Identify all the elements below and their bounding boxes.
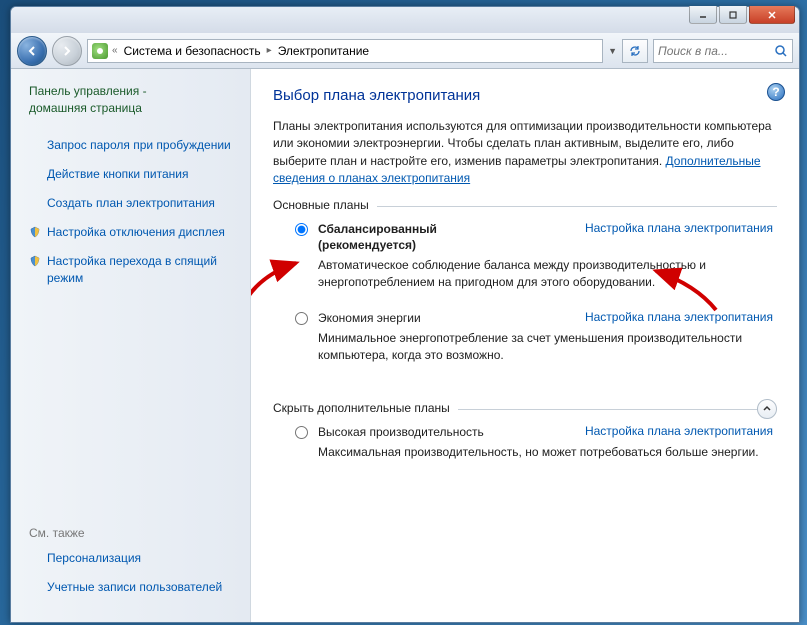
sidebar-link-power-button[interactable]: Действие кнопки питания [29,166,240,182]
breadcrumb-dropdown-icon[interactable]: ▼ [608,46,617,56]
plan-balanced: Сбалансированный (рекомендуется) Настрой… [277,221,773,292]
search-box[interactable] [653,39,793,63]
breadcrumb[interactable]: « Система и безопасность ▸ Электропитани… [87,39,603,63]
nav-forward-button[interactable] [52,36,82,66]
see-also-personalization[interactable]: Персонализация [29,550,240,566]
chevron-right-icon: « [110,45,120,56]
plan-high-radio[interactable] [295,426,308,439]
sidebar-item-label: Запрос пароля при пробуждении [47,137,231,153]
home-link-line1: Панель управления - [29,84,147,98]
plan-saver: Экономия энергии Настройка плана электро… [277,310,773,365]
sidebar-item-label: Создать план электропитания [47,195,215,211]
page-description: Планы электропитания используются для оп… [273,118,777,188]
plan-balanced-radio[interactable] [295,223,308,236]
sidebar-item-label: Учетные записи пользователей [47,579,222,595]
refresh-button[interactable] [622,39,648,63]
see-also-user-accounts[interactable]: Учетные записи пользователей [29,579,240,595]
breadcrumb-item-power[interactable]: Электропитание [276,44,371,58]
sidebar-item-label: Настройка отключения дисплея [47,224,225,240]
sidebar-item-label: Действие кнопки питания [47,166,189,182]
control-panel-home-link[interactable]: Панель управления - домашняя страница [29,83,240,117]
additional-plans-legend: Скрыть дополнительные планы [273,401,458,415]
shield-icon [29,255,41,267]
sidebar-link-display-off[interactable]: Настройка отключения дисплея [29,224,240,240]
sidebar-item-label: Настройка перехода в спящий режим [47,253,240,285]
minimize-button[interactable] [689,6,717,24]
sidebar: Панель управления - домашняя страница За… [11,69,251,622]
nav-back-button[interactable] [17,36,47,66]
see-also-heading: См. также [29,526,240,540]
plan-high-settings-link[interactable]: Настройка плана электропитания [498,424,773,438]
chevron-right-icon: ▸ [265,45,274,56]
shield-icon [29,226,41,238]
navbar: « Система и безопасность ▸ Электропитани… [11,33,799,69]
page-title: Выбор плана электропитания [273,87,777,104]
maximize-button[interactable] [719,6,747,24]
search-input[interactable] [658,44,772,58]
main-plans-group: Основные планы Сбалансированный (рекомен… [273,206,777,389]
home-link-line2: домашняя страница [29,101,142,115]
control-panel-window: « Система и безопасность ▸ Электропитани… [10,6,800,623]
sidebar-link-create-plan[interactable]: Создать план электропитания [29,195,240,211]
plan-balanced-subtitle: (рекомендуется) [318,238,416,252]
plan-high: Высокая производительность Настройка пла… [277,424,773,462]
search-icon [774,44,788,58]
plan-balanced-settings-link[interactable]: Настройка плана электропитания [498,221,773,235]
plan-saver-settings-link[interactable]: Настройка плана электропитания [498,310,773,324]
plan-high-desc: Максимальная производительность, но може… [318,444,773,461]
additional-plans-group: Скрыть дополнительные планы Высокая прои… [273,409,777,486]
main-plans-legend: Основные планы [273,198,377,212]
main-panel: ? Выбор плана электропитания Планы элект… [251,69,799,622]
plan-balanced-title: Сбалансированный [318,222,437,236]
plan-high-title: Высокая производительность [318,425,484,439]
sidebar-link-password[interactable]: Запрос пароля при пробуждении [29,137,240,153]
help-icon[interactable]: ? [767,83,785,101]
sidebar-link-sleep[interactable]: Настройка перехода в спящий режим [29,253,240,285]
plan-balanced-desc: Автоматическое соблюдение баланса между … [318,257,773,292]
close-button[interactable] [749,6,795,24]
plan-saver-radio[interactable] [295,312,308,325]
control-panel-icon [92,43,108,59]
sidebar-item-label: Персонализация [47,550,141,566]
breadcrumb-item-system[interactable]: Система и безопасность [122,44,263,58]
titlebar [11,7,799,33]
plan-saver-title: Экономия энергии [318,311,421,325]
plan-saver-desc: Минимальное энергопотребление за счет ум… [318,330,773,365]
collapse-button[interactable] [757,399,777,419]
